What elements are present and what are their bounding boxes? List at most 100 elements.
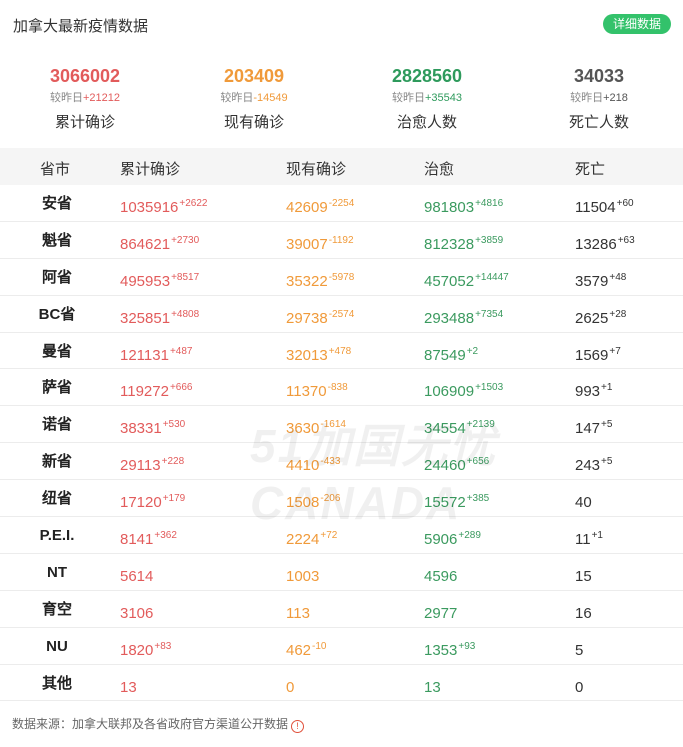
- cumulative-delta: +8517: [171, 271, 200, 283]
- cumulative-value: 13: [120, 678, 137, 696]
- delta-value: +21212: [82, 92, 120, 104]
- table-row: 曼省 121131+487 32013+478 87549+2 1569+7: [0, 333, 683, 370]
- stat-value: 203409: [223, 66, 285, 86]
- current-delta: -1614: [320, 419, 346, 431]
- current-value: 11370: [286, 383, 327, 401]
- deaths-cell: 1569+7: [575, 343, 621, 364]
- cumulative-value: 864621: [120, 235, 171, 253]
- table-body: 安省 1035916+2622 42609-2254 981803+4816 11504…: [0, 185, 683, 702]
- deaths-cell: 0: [575, 675, 584, 696]
- recovered-delta: +289: [458, 530, 481, 542]
- table-row: BC省 325851+4808 29738-2574 293488+7354 2625+…: [0, 296, 683, 333]
- recovered-cell: 812328+3859: [424, 232, 503, 253]
- table-row: 纽省 17120+179 1508-206 15572+385 40: [0, 480, 683, 518]
- stat-label: 现有确诊: [223, 114, 284, 131]
- stat-delta-line: 较昨日+21212: [0, 90, 170, 106]
- deaths-delta: +5: [601, 456, 613, 468]
- recovered-cell: 2977: [424, 601, 458, 622]
- recovered-value: 293488: [424, 309, 475, 327]
- current-delta: -5978: [328, 271, 355, 283]
- header-province: 省市: [40, 161, 71, 178]
- deaths-cell: 40: [575, 490, 593, 511]
- table-row: 阿省 495953+8517 35322-5978 457052+14447 3579+…: [0, 259, 683, 296]
- recovered-cell: 24460+656: [424, 453, 489, 474]
- table-row: 萨省 119272+666 11370-838 106909+1503 993+1: [0, 369, 683, 407]
- info-icon[interactable]: !: [291, 720, 305, 733]
- current-cell: 42609-2254: [286, 195, 354, 216]
- cumulative-cell: 13: [120, 675, 138, 696]
- cumulative-cell: 29113+228: [120, 453, 184, 474]
- deaths-value: 147: [575, 420, 601, 438]
- cumulative-delta: +2730: [171, 234, 200, 246]
- table-row: P.E.I. 8141+362 2224+72 5906+289 11+1: [0, 517, 683, 554]
- deaths-cell: 993+1: [575, 379, 612, 400]
- deaths-delta: +48: [609, 271, 627, 283]
- province-name: 曼省: [41, 342, 72, 360]
- cumulative-value: 495953: [120, 272, 171, 290]
- current-cell: 11370-838: [286, 379, 348, 400]
- recovered-delta: +3859: [475, 234, 504, 246]
- recovered-delta: +1503: [475, 382, 504, 394]
- page-title: 加拿大最新疫情数据: [13, 18, 149, 35]
- cumulative-delta: +666: [169, 382, 193, 394]
- cumulative-cell: 17120+179: [120, 490, 185, 511]
- table-row: NU 1820+83 462-10 1353+93 5: [0, 628, 683, 665]
- delta-prefix: 较昨日: [220, 92, 254, 104]
- current-value: 35322: [286, 272, 328, 290]
- cumulative-delta: +530: [162, 419, 186, 431]
- header-recovered: 治愈: [424, 161, 455, 178]
- cumulative-value: 3106: [120, 604, 154, 622]
- current-cell: 39007-1192: [286, 232, 354, 253]
- cumulative-delta: +179: [162, 493, 186, 505]
- recovered-cell: 13: [424, 675, 442, 696]
- table-row: 其他 13 0 13 0: [0, 665, 683, 702]
- stat-current: 203409 较昨日-14549 现有确诊: [169, 62, 339, 138]
- recovered-value: 457052: [424, 272, 475, 290]
- deaths-delta: +28: [609, 308, 627, 320]
- cumulative-value: 8141: [120, 531, 154, 549]
- header-deaths: 死亡: [575, 161, 606, 178]
- recovered-delta: +14447: [475, 271, 509, 283]
- deaths-cell: 11504+60: [575, 195, 634, 216]
- delta-prefix: 较昨日: [49, 92, 83, 104]
- recovered-value: 106909: [424, 383, 475, 401]
- province-name: 萨省: [41, 379, 72, 397]
- stat-delta-line: 较昨日+218: [514, 90, 683, 106]
- province-name: P.E.I.: [39, 527, 75, 545]
- cumulative-cell: 1820+83: [120, 638, 171, 659]
- current-value: 0: [286, 678, 295, 696]
- recovered-value: 812328: [424, 235, 475, 253]
- province-name: BC省: [38, 305, 76, 323]
- deaths-delta: +1: [591, 530, 603, 542]
- stat-value: 3066002: [49, 66, 121, 86]
- deaths-value: 2625: [575, 309, 609, 327]
- deaths-value: 993: [575, 383, 601, 401]
- header-cumulative: 累计确诊: [120, 161, 181, 178]
- recovered-cell: 15572+385: [424, 490, 489, 511]
- current-value: 1508: [286, 494, 320, 512]
- stat-delta-line: 较昨日+35543: [342, 90, 512, 106]
- deaths-cell: 243+5: [575, 453, 612, 474]
- detail-data-button[interactable]: 详细数据: [602, 14, 671, 34]
- cumulative-cell: 121131+487: [120, 343, 192, 364]
- recovered-delta: +385: [466, 493, 490, 505]
- cumulative-delta: +362: [154, 530, 177, 542]
- cumulative-cell: 864621+2730: [120, 232, 199, 253]
- current-delta: +72: [320, 530, 338, 542]
- recovered-delta: +7354: [475, 308, 504, 320]
- recovered-cell: 457052+14447: [424, 269, 509, 290]
- recovered-cell: 106909+1503: [424, 379, 503, 400]
- deaths-cell: 11+1: [575, 527, 603, 548]
- data-source-text: 数据来源：加拿大联邦及各省政府官方渠道公开数据: [12, 717, 289, 731]
- stat-delta-line: 较昨日-14549: [169, 90, 339, 106]
- summary-stats: 3066002 较昨日+21212 累计确诊 203409 较昨日-14549 …: [0, 62, 683, 142]
- cumulative-delta: +83: [154, 640, 172, 652]
- deaths-value: 0: [575, 678, 584, 696]
- recovered-value: 87549: [424, 346, 466, 364]
- table-row: 育空 3106 113 2977 16: [0, 591, 683, 628]
- deaths-value: 1569: [575, 346, 609, 364]
- current-delta: -2254: [328, 198, 355, 209]
- recovered-delta: +93: [458, 640, 476, 652]
- recovered-cell: 34554+2139: [424, 416, 495, 437]
- stat-value: 34033: [573, 66, 625, 86]
